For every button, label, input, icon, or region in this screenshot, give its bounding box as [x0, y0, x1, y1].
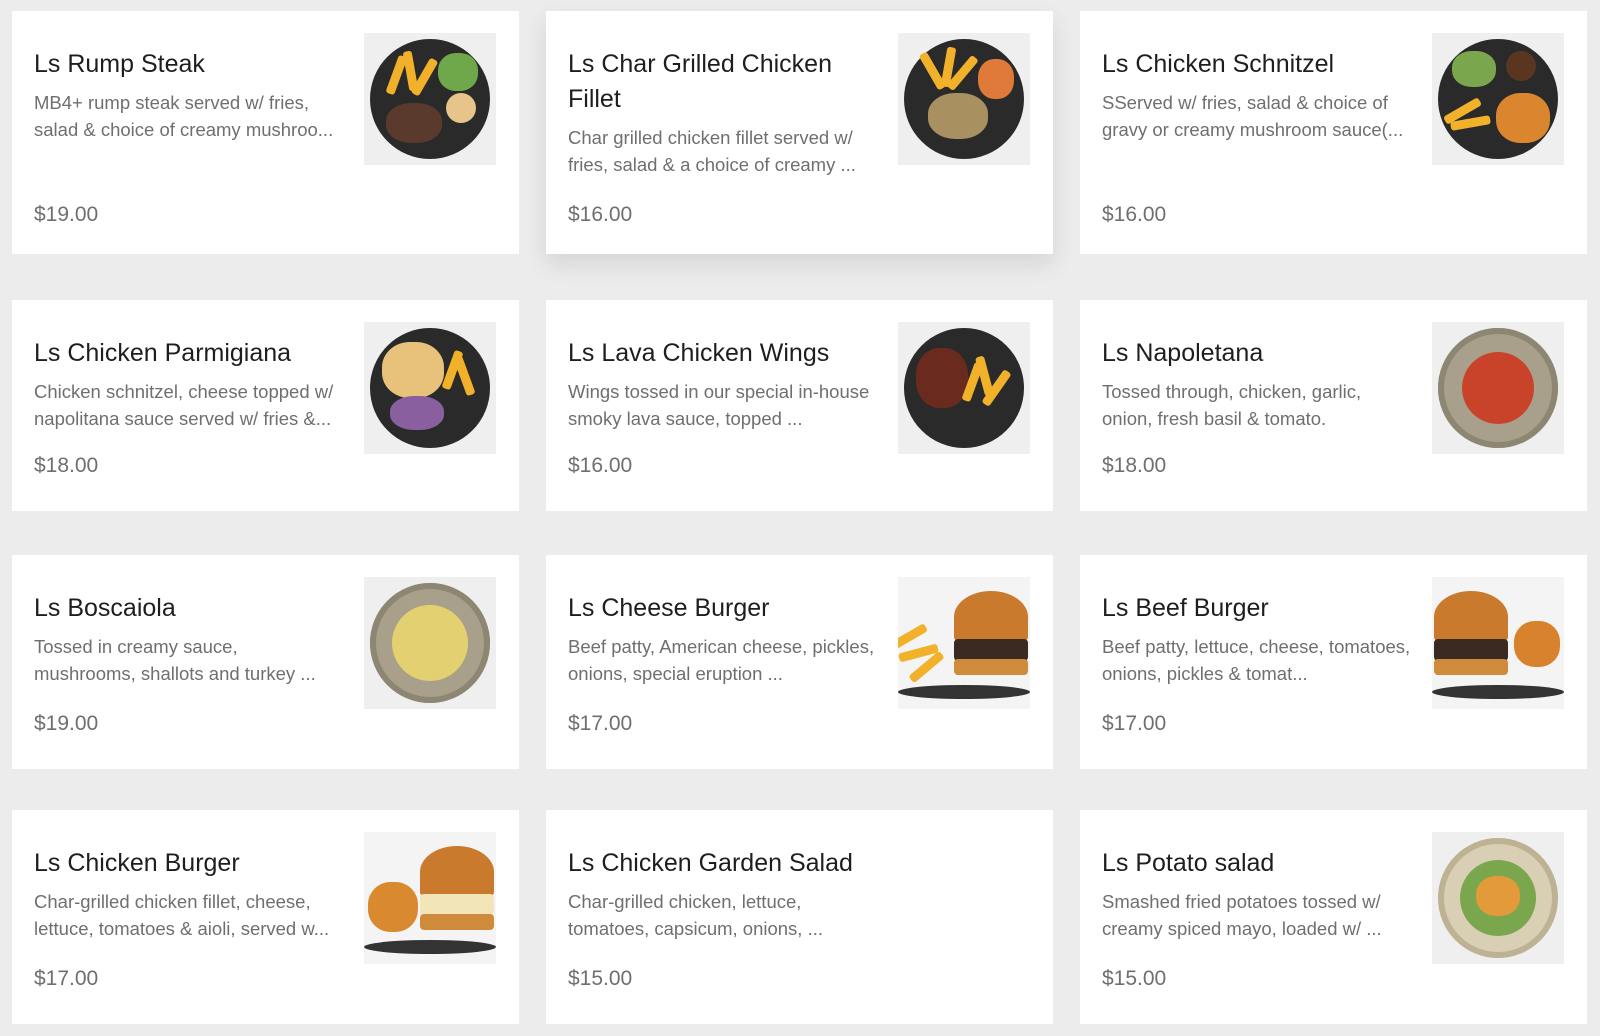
menu-item-description: Chicken schnitzel, cheese topped w/ napo…: [34, 381, 334, 429]
menu-item-name: Ls Chicken Schnitzel: [1102, 50, 1335, 78]
beef-burger-image: [1432, 577, 1564, 709]
menu-item-description: SServed w/ fries, salad & choice of grav…: [1102, 92, 1404, 140]
menu-item-card[interactable]: Ls Chicken Burger Char-grilled chicken f…: [12, 810, 519, 1024]
menu-item-description: Beef patty, American cheese, pickles, on…: [568, 636, 875, 684]
menu-item-card[interactable]: Ls Char Grilled Chicken Fillet Char gril…: [546, 11, 1053, 254]
menu-item-price: $17.00: [568, 712, 633, 735]
menu-item-card[interactable]: Ls Lava Chicken Wings Wings tossed in ou…: [546, 300, 1053, 511]
menu-item-price: $19.00: [34, 203, 99, 226]
steak-plate-image: [364, 33, 496, 165]
menu-item-card[interactable]: Ls Chicken Garden Salad Char-grilled chi…: [546, 810, 1053, 1024]
menu-item-card[interactable]: Ls Chicken Parmigiana Chicken schnitzel,…: [12, 300, 519, 511]
menu-item-price: $16.00: [568, 454, 633, 477]
chicken-fillet-plate-image: [898, 33, 1030, 165]
menu-item-card[interactable]: Ls Chicken Schnitzel SServed w/ fries, s…: [1080, 11, 1587, 254]
chicken-wings-plate-image: [898, 322, 1030, 454]
napoletana-bowl-image: [1432, 322, 1564, 454]
chicken-burger-image: [364, 832, 496, 964]
menu-item-description: Wings tossed in our special in-house smo…: [568, 381, 870, 429]
menu-item-name: Ls Cheese Burger: [568, 594, 770, 622]
menu-item-name: Ls Chicken Garden Salad: [568, 849, 853, 877]
menu-item-description: Tossed through, chicken, garlic, onion, …: [1102, 381, 1362, 429]
menu-item-description: Char-grilled chicken, lettuce, tomatoes,…: [568, 891, 824, 939]
menu-item-name: Ls Rump Steak: [34, 50, 205, 78]
menu-item-name: Ls Napoletana: [1102, 339, 1264, 367]
menu-item-card[interactable]: Ls Boscaiola Tossed in creamy sauce, mus…: [12, 555, 519, 769]
menu-item-name: Ls Potato salad: [1102, 849, 1275, 877]
menu-item-card[interactable]: Ls Potato salad Smashed fried potatoes t…: [1080, 810, 1587, 1024]
menu-item-card[interactable]: Ls Napoletana Tossed through, chicken, g…: [1080, 300, 1587, 511]
menu-item-price: $17.00: [34, 967, 99, 990]
menu-item-name: Ls Chicken Burger: [34, 849, 240, 877]
menu-item-name: Ls Char Grilled Chicken Fillet: [568, 50, 832, 113]
menu-item-price: $19.00: [34, 712, 99, 735]
schnitzel-plate-image: [1432, 33, 1564, 165]
menu-item-price: $15.00: [568, 967, 633, 990]
parmigiana-plate-image: [364, 322, 496, 454]
menu-item-description: Char-grilled chicken fillet, cheese, let…: [34, 891, 330, 939]
menu-item-card[interactable]: Ls Beef Burger Beef patty, lettuce, chee…: [1080, 555, 1587, 769]
menu-item-name: Ls Chicken Parmigiana: [34, 339, 292, 367]
menu-item-name: Ls Boscaiola: [34, 594, 176, 622]
boscaiola-bowl-image: [364, 577, 496, 709]
menu-item-price: $15.00: [1102, 967, 1167, 990]
menu-item-card[interactable]: Ls Cheese Burger Beef patty, American ch…: [546, 555, 1053, 769]
menu-item-description: Char grilled chicken fillet served w/ fr…: [568, 127, 856, 175]
menu-item-name: Ls Lava Chicken Wings: [568, 339, 830, 367]
menu-item-price: $18.00: [1102, 454, 1167, 477]
menu-item-description: Beef patty, lettuce, cheese, tomatoes, o…: [1102, 636, 1411, 684]
potato-salad-bowl-image: [1432, 832, 1564, 964]
menu-item-price: $17.00: [1102, 712, 1167, 735]
menu-item-description: MB4+ rump steak served w/ fries, salad &…: [34, 92, 334, 140]
menu-item-description: Smashed fried potatoes tossed w/ creamy …: [1102, 891, 1382, 939]
cheese-burger-image: [898, 577, 1030, 709]
menu-item-price: $16.00: [1102, 203, 1167, 226]
menu-item-price: $18.00: [34, 454, 99, 477]
menu-item-name: Ls Beef Burger: [1102, 594, 1269, 622]
menu-item-description: Tossed in creamy sauce, mushrooms, shall…: [34, 636, 316, 684]
menu-item-card[interactable]: Ls Rump Steak MB4+ rump steak served w/ …: [12, 11, 519, 254]
menu-item-price: $16.00: [568, 203, 633, 226]
